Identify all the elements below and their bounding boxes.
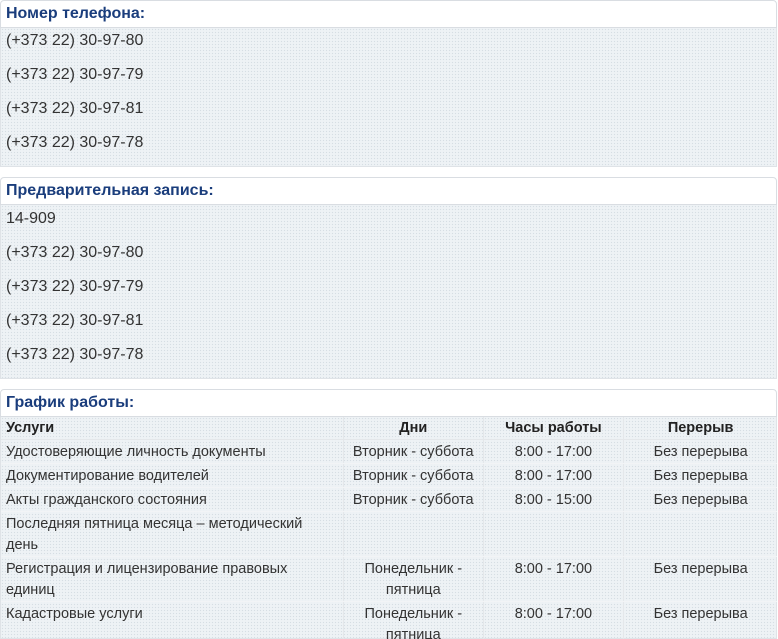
service-cell: Кадастровые услуги	[1, 601, 344, 639]
break-cell: Без перерыва	[623, 487, 777, 512]
break-cell: Без перерыва	[623, 601, 777, 639]
schedule-section: График работы: Услуги Дни Часы работы Пе…	[0, 389, 777, 639]
column-header-hours: Часы работы	[483, 417, 625, 440]
days-cell: Понедельник - пятница	[343, 601, 484, 639]
schedule-section-title: График работы:	[0, 389, 777, 417]
phone-section-title: Номер телефона:	[0, 0, 777, 28]
column-header-services: Услуги	[1, 417, 344, 440]
appointment-section-title: Предварительная запись:	[0, 177, 777, 205]
break-cell: Без перерыва	[623, 439, 777, 464]
days-cell: Вторник - суббота	[343, 439, 484, 464]
days-cell: Вторник - суббота	[343, 463, 484, 488]
days-cell	[343, 511, 484, 557]
hours-cell: 8:00 - 17:00	[483, 556, 625, 602]
hours-cell: 8:00 - 17:00	[483, 463, 625, 488]
column-header-break: Перерыв	[623, 417, 777, 440]
appointment-number[interactable]: (+373 22) 30-97-79	[1, 278, 776, 312]
appointment-number[interactable]: (+373 22) 30-97-78	[1, 346, 776, 380]
hours-cell	[483, 511, 625, 557]
service-cell: Документирование водителей	[1, 463, 344, 488]
table-row: Акты гражданского состояния Вторник - су…	[1, 487, 777, 512]
appointment-section: Предварительная запись: 14-909 (+373 22)…	[0, 177, 777, 379]
table-row: Удостоверяющие личность документы Вторни…	[1, 439, 777, 464]
service-cell: Акты гражданского состояния	[1, 487, 344, 512]
appointment-phone-list: 14-909 (+373 22) 30-97-80 (+373 22) 30-9…	[0, 205, 777, 379]
days-cell: Понедельник - пятница	[343, 556, 484, 602]
phone-number[interactable]: (+373 22) 30-97-81	[1, 100, 776, 134]
hours-cell: 8:00 - 17:00	[483, 601, 625, 639]
table-row: Документирование водителей Вторник - суб…	[1, 463, 777, 488]
phone-number[interactable]: (+373 22) 30-97-80	[1, 32, 776, 66]
hours-cell: 8:00 - 15:00	[483, 487, 625, 512]
phone-list: (+373 22) 30-97-80 (+373 22) 30-97-79 (+…	[0, 28, 777, 167]
break-cell: Без перерыва	[623, 556, 777, 602]
service-cell: Удостоверяющие личность документы	[1, 439, 344, 464]
hours-cell: 8:00 - 17:00	[483, 439, 625, 464]
phone-number[interactable]: (+373 22) 30-97-78	[1, 134, 776, 168]
days-cell: Вторник - суббота	[343, 487, 484, 512]
phone-section: Номер телефона: (+373 22) 30-97-80 (+373…	[0, 0, 777, 167]
break-cell	[623, 511, 777, 557]
break-cell: Без перерыва	[623, 463, 777, 488]
table-row: Последняя пятница месяца – методический …	[1, 511, 777, 557]
schedule-table-wrap: Услуги Дни Часы работы Перерыв Удостовер…	[0, 417, 777, 639]
appointment-number[interactable]: (+373 22) 30-97-81	[1, 312, 776, 346]
schedule-table: Услуги Дни Часы работы Перерыв Удостовер…	[1, 417, 777, 639]
appointment-number[interactable]: (+373 22) 30-97-80	[1, 244, 776, 278]
table-row: Кадастровые услуги Понедельник - пятница…	[1, 601, 777, 639]
phone-number[interactable]: (+373 22) 30-97-79	[1, 66, 776, 100]
appointment-number[interactable]: 14-909	[1, 210, 776, 244]
service-cell: Регистрация и лицензирование правовых ед…	[1, 556, 344, 602]
page: Номер телефона: (+373 22) 30-97-80 (+373…	[0, 0, 778, 639]
column-header-days: Дни	[343, 417, 484, 440]
service-cell: Последняя пятница месяца – методический …	[1, 511, 344, 557]
table-row: Регистрация и лицензирование правовых ед…	[1, 556, 777, 602]
